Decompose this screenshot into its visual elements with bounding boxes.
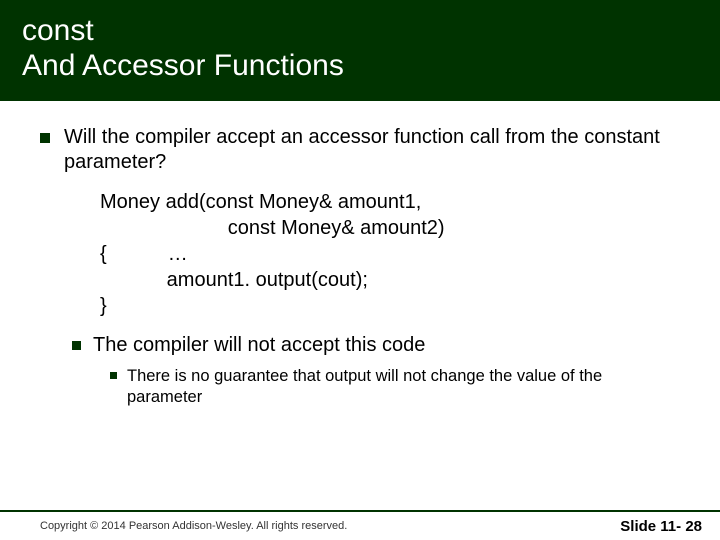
bullet-level-1: Will the compiler accept an accessor fun… bbox=[40, 125, 680, 175]
title-line1: const bbox=[22, 14, 698, 49]
slide-number: Slide 11- 28 bbox=[620, 518, 702, 535]
slide-body: Will the compiler accept an accessor fun… bbox=[0, 101, 720, 407]
bullet-level-2: The compiler will not accept this code bbox=[72, 333, 680, 358]
title-bar: const And Accessor Functions bbox=[0, 0, 720, 101]
square-bullet-icon bbox=[110, 372, 117, 379]
bullet-level-3: There is no guarantee that output will n… bbox=[110, 366, 680, 407]
code-block: Money add(const Money& amount1, const Mo… bbox=[100, 189, 680, 319]
slide: const And Accessor Functions Will the co… bbox=[0, 0, 720, 540]
copyright-text: Copyright © 2014 Pearson Addison-Wesley.… bbox=[40, 520, 347, 532]
square-bullet-icon bbox=[72, 341, 81, 350]
bullet2-text: The compiler will not accept this code bbox=[93, 333, 680, 358]
square-bullet-icon bbox=[40, 133, 50, 143]
bullet3-text: There is no guarantee that output will n… bbox=[127, 366, 680, 407]
title-line2: And Accessor Functions bbox=[22, 49, 698, 84]
bullet1-text: Will the compiler accept an accessor fun… bbox=[64, 125, 680, 175]
footer: Copyright © 2014 Pearson Addison-Wesley.… bbox=[0, 510, 720, 540]
